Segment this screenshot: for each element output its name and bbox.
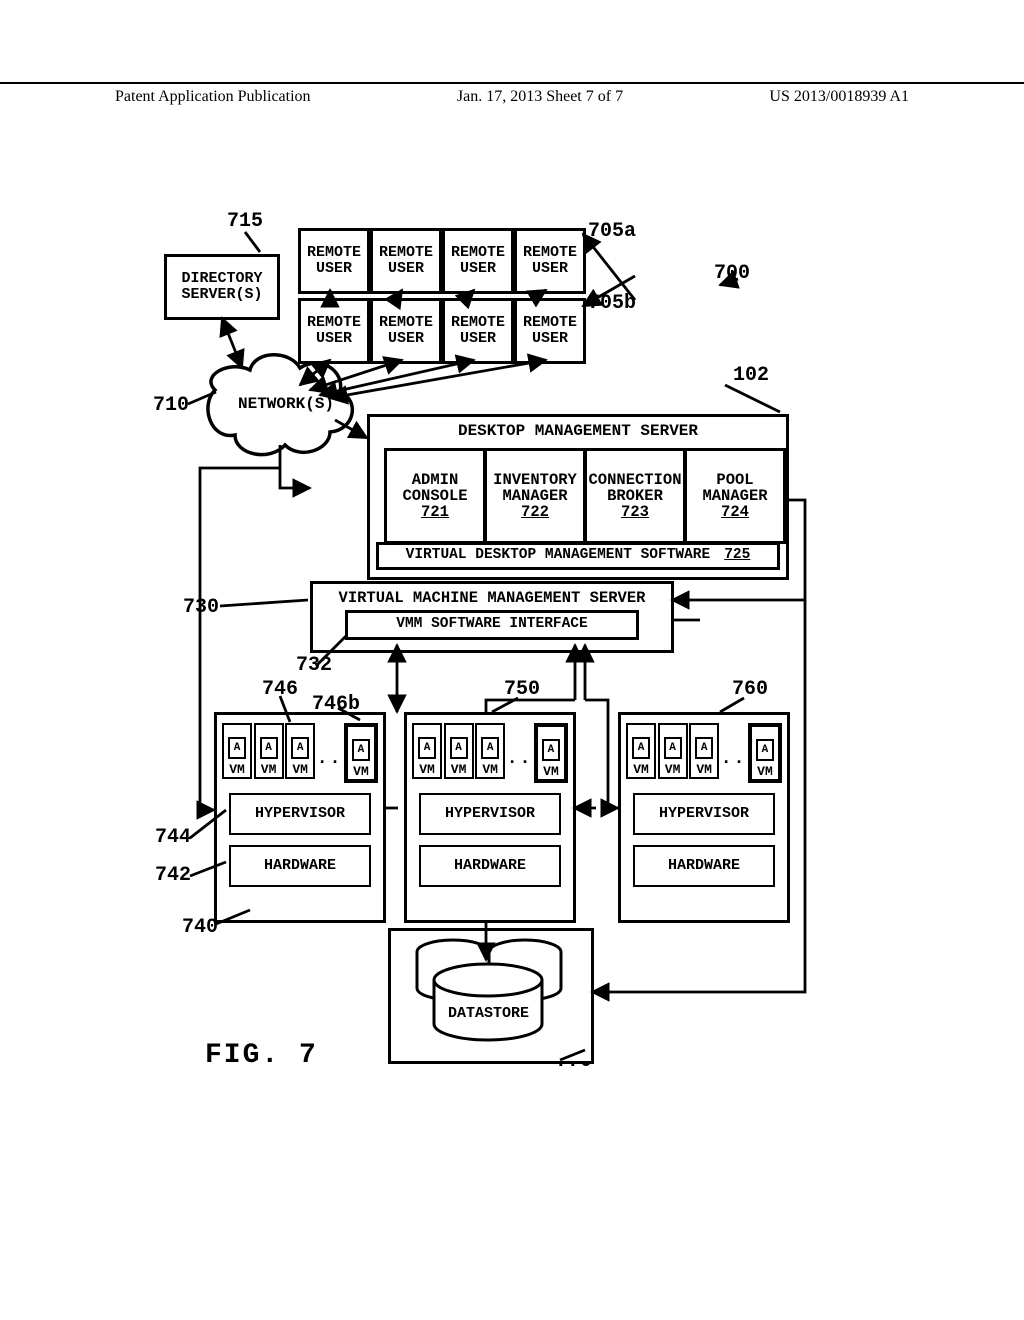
label-744: 744 <box>155 828 191 848</box>
hypervisor-box: HYPERVISOR <box>229 793 371 835</box>
vm-box-last: AVM <box>344 723 378 783</box>
agent-box: A <box>260 737 278 759</box>
label-700: 700 <box>714 264 750 284</box>
remote-user-box: REMOTE USER <box>370 298 442 364</box>
ellipsis-icon: ·· <box>721 754 747 773</box>
label-746: 746 <box>262 680 298 700</box>
network-cloud-svg <box>0 0 1024 1320</box>
remote-user-box: REMOTE USER <box>370 228 442 294</box>
datastore-box <box>388 928 594 1064</box>
remote-user-box: REMOTE USER <box>442 228 514 294</box>
agent-box: A <box>632 737 650 759</box>
vm-box: AVM <box>626 723 656 779</box>
vm-box: AVM <box>285 723 315 779</box>
agent-box: A <box>695 737 713 759</box>
agent-box: A <box>542 739 560 761</box>
remote-user-box: REMOTE USER <box>442 298 514 364</box>
label-732: 732 <box>296 656 332 676</box>
agent-box: A <box>291 737 309 759</box>
hardware-box: HARDWARE <box>419 845 561 887</box>
remote-user-box: REMOTE USER <box>298 228 370 294</box>
header-mid: Jan. 17, 2013 Sheet 7 of 7 <box>457 88 623 106</box>
dm-server-title: DESKTOP MANAGEMENT SERVER <box>458 423 698 440</box>
inventory-mgr-box: INVENTORY MANAGER722 <box>484 448 586 544</box>
label-715: 715 <box>227 212 263 232</box>
remote-user-box: REMOTE USER <box>298 298 370 364</box>
datastore-cylinders-svg <box>0 0 1024 1320</box>
pool-mgr-box: POOL MANAGER724 <box>684 448 786 544</box>
vm-box-last: AVM <box>748 723 782 783</box>
page: Patent Application Publication Jan. 17, … <box>0 0 1024 1320</box>
label-705b: 705b <box>588 294 636 314</box>
header-left: Patent Application Publication <box>115 88 311 106</box>
remote-user-box: REMOTE USER <box>514 228 586 294</box>
directory-server-box: DIRECTORY SERVER(S) <box>164 254 280 320</box>
agent-box: A <box>756 739 774 761</box>
label-760: 760 <box>732 680 768 700</box>
connectors-svg <box>0 0 1024 1320</box>
ellipsis-icon: ·· <box>317 754 343 773</box>
header-right: US 2013/0018939 A1 <box>769 88 909 106</box>
vm-box: AVM <box>222 723 252 779</box>
vm-box: AVM <box>475 723 505 779</box>
vm-host-box: AVM AVM AVM ·· AVM HYPERVISOR HARDWARE <box>214 712 386 923</box>
label-102: 102 <box>733 366 769 386</box>
agent-box: A <box>352 739 370 761</box>
vm-row: AVM AVM AVM ·· AVM <box>621 723 787 783</box>
vdm-software-box: VIRTUAL DESKTOP MANAGEMENT SOFTWARE725 <box>376 542 780 570</box>
vm-box: AVM <box>254 723 284 779</box>
vm-row: AVM AVM AVM ·· AVM <box>217 723 383 783</box>
agent-box: A <box>418 737 436 759</box>
remote-user-box: REMOTE USER <box>514 298 586 364</box>
vm-host-box: AVM AVM AVM ·· AVM HYPERVISOR HARDWARE <box>618 712 790 923</box>
ellipsis-icon: ·· <box>507 754 533 773</box>
vm-box: AVM <box>412 723 442 779</box>
hypervisor-box: HYPERVISOR <box>633 793 775 835</box>
agent-box: A <box>450 737 468 759</box>
vm-host-box: AVM AVM AVM ·· AVM HYPERVISOR HARDWARE <box>404 712 576 923</box>
agent-box: A <box>664 737 682 759</box>
label-742: 742 <box>155 866 191 886</box>
network-label: NETWORK(S) <box>238 395 334 413</box>
hardware-box: HARDWARE <box>633 845 775 887</box>
connection-broker-box: CONNECTION BROKER723 <box>584 448 686 544</box>
agent-box: A <box>228 737 246 759</box>
page-header: Patent Application Publication Jan. 17, … <box>0 82 1024 106</box>
hypervisor-box: HYPERVISOR <box>419 793 561 835</box>
vmm-interface-box: VMM SOFTWARE INTERFACE <box>345 610 639 640</box>
datastore-label: DATASTORE <box>448 1006 529 1021</box>
figure-caption: FIG. 7 <box>205 1040 318 1071</box>
vm-box: AVM <box>689 723 719 779</box>
vm-box: AVM <box>444 723 474 779</box>
label-710: 710 <box>153 396 189 416</box>
label-705a: 705a <box>588 222 636 242</box>
hardware-box: HARDWARE <box>229 845 371 887</box>
label-730: 730 <box>183 598 219 618</box>
vm-box: AVM <box>658 723 688 779</box>
vm-box-last: AVM <box>534 723 568 783</box>
label-750: 750 <box>504 680 540 700</box>
vm-row: AVM AVM AVM ·· AVM <box>407 723 573 783</box>
agent-box: A <box>481 737 499 759</box>
admin-console-box: ADMIN CONSOLE721 <box>384 448 486 544</box>
label-740: 740 <box>182 918 218 938</box>
